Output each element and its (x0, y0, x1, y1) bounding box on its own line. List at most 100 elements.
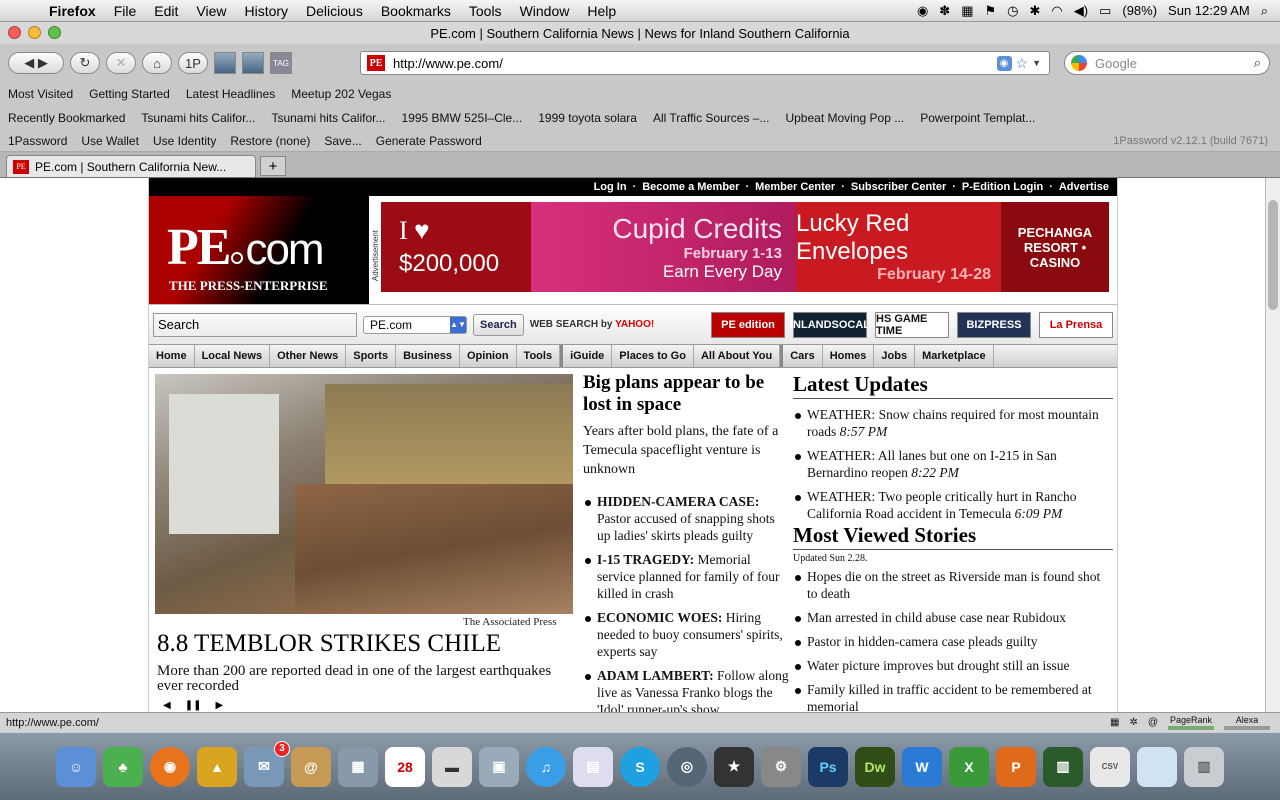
bluetooth-icon[interactable]: ✱ (1029, 3, 1040, 19)
tab-title[interactable]: PE.com | Southern California New... (35, 160, 226, 174)
vlc-icon[interactable]: ▲ (197, 746, 237, 787)
vertical-scrollbar[interactable] (1265, 178, 1280, 712)
itunes-icon[interactable]: ♫ (526, 746, 566, 787)
home-button[interactable]: ⌂ (142, 52, 172, 74)
search-icon[interactable]: ⌕ (1254, 55, 1261, 71)
update-item[interactable]: WEATHER: Two people critically hurt in R… (793, 488, 1113, 522)
trash-icon[interactable]: ▥ (1184, 746, 1224, 787)
nav-business[interactable]: Business (396, 345, 460, 367)
bookmark-recently-bookmarked[interactable]: Recently Bookmarked (8, 111, 125, 125)
new-tab-button[interactable]: + (260, 156, 286, 176)
generate-password-button[interactable]: Generate Password (376, 134, 482, 148)
powerpoint-icon[interactable]: P (996, 746, 1036, 787)
story-kicker[interactable]: I-15 TRAGEDY: (597, 552, 694, 567)
tab-pe-com[interactable]: PE PE.com | Southern California New... (6, 155, 256, 177)
nav-cars[interactable]: Cars (780, 345, 823, 367)
photoshop-icon[interactable]: Ps (808, 746, 848, 787)
lead-headline[interactable]: 8.8 TEMBLOR STRIKES CHILE (157, 630, 501, 658)
bookmark-meetup[interactable]: Meetup 202 Vegas (291, 87, 391, 101)
update-item[interactable]: WEATHER: All lanes but one on I-215 in S… (793, 447, 1113, 481)
back-forward-button[interactable]: ◀ ▶ (8, 52, 64, 74)
minimize-window-button[interactable] (28, 26, 41, 39)
bookmark-manager-icon[interactable] (242, 52, 264, 74)
bookmark-latest-headlines[interactable]: Latest Headlines (186, 87, 275, 101)
site-search-input[interactable]: Search (153, 312, 357, 337)
feature-headline[interactable]: Big plans appear to be lost in space (583, 372, 789, 416)
menu-history[interactable]: History (235, 3, 297, 19)
adium-icon[interactable]: ♣ (103, 746, 143, 787)
site-search-button[interactable]: Search (473, 313, 524, 336)
tag-button[interactable]: TAG (270, 52, 292, 74)
search-scope-select[interactable]: PE.com ▲▼ (363, 315, 467, 334)
story-item[interactable]: ADAM LAMBERT: Follow along live as Vanes… (583, 667, 789, 712)
nav-sports[interactable]: Sports (346, 345, 397, 367)
become-member-link[interactable]: Become a Member (642, 181, 739, 193)
csv-file-icon[interactable]: CSV (1090, 746, 1130, 787)
bookmark-getting-started[interactable]: Getting Started (89, 87, 170, 101)
firefox-icon[interactable]: ◉ (150, 746, 190, 787)
site-logo[interactable]: PE com (167, 218, 325, 277)
ical-icon[interactable]: 28 (385, 746, 425, 787)
subscriber-center-link[interactable]: Subscriber Center (851, 181, 946, 193)
lead-photo[interactable] (155, 374, 573, 614)
bookmark-item[interactable]: 1995 BMW 525I–Cle... (401, 111, 522, 125)
inlandsocal-logo[interactable]: INLANDSOCAL (790, 311, 870, 338)
nav-home[interactable]: Home (149, 345, 195, 367)
menulet-icon[interactable]: ◉ (917, 3, 928, 19)
clock[interactable]: Sun 12:29 AM (1168, 3, 1250, 18)
spaces-icon[interactable]: ▦ (961, 3, 973, 19)
story-item[interactable]: HIDDEN-CAMERA CASE: Pastor accused of sn… (583, 493, 789, 544)
onepassword-menu[interactable]: 1Password (8, 134, 67, 148)
close-window-button[interactable] (8, 26, 21, 39)
menu-tools[interactable]: Tools (460, 3, 511, 19)
pause-icon[interactable]: ❚❚ (185, 700, 202, 711)
ad-panel-love[interactable]: I ♥ $200,000 (381, 202, 531, 292)
excel-icon[interactable]: X (949, 746, 989, 787)
text-edit-icon[interactable]: ▬ (432, 746, 472, 787)
toolbar-extension-icon[interactable] (214, 52, 236, 74)
menu-app-firefox[interactable]: Firefox (40, 3, 105, 19)
p-edition-login-link[interactable]: P-Edition Login (962, 181, 1043, 193)
bookmark-item[interactable]: All Traffic Sources –... (653, 111, 770, 125)
story-item[interactable]: I-15 TRAGEDY: Memorial service planned f… (583, 551, 789, 602)
imovie-icon[interactable]: ★ (714, 746, 754, 787)
volume-icon[interactable]: ◀) (1074, 3, 1088, 19)
banner-ad[interactable]: I ♥ $200,000 Cupid Credits February 1-13… (381, 202, 1109, 292)
safari-icon[interactable]: ◎ (667, 746, 707, 787)
menu-bookmarks[interactable]: Bookmarks (372, 3, 460, 19)
most-viewed-item[interactable]: Man arrested in child abuse case near Ru… (793, 609, 1113, 626)
zoom-window-button[interactable] (48, 26, 61, 39)
update-item[interactable]: WEATHER: Snow chains required for most m… (793, 406, 1113, 440)
nav-jobs[interactable]: Jobs (874, 345, 916, 367)
address-book-icon[interactable]: @ (291, 746, 331, 787)
menu-window[interactable]: Window (511, 3, 579, 19)
bookmark-item[interactable]: Powerpoint Templat... (920, 111, 1035, 125)
bookmark-item[interactable]: Upbeat Moving Pop ... (785, 111, 904, 125)
status-extension-icon[interactable]: ▦ (1110, 717, 1119, 728)
most-viewed-item[interactable]: Pastor in hidden-camera case pleads guil… (793, 633, 1113, 650)
story-kicker[interactable]: ADAM LAMBERT: (597, 668, 714, 683)
prev-icon[interactable]: ◀ (163, 700, 171, 711)
menu-delicious[interactable]: Delicious (297, 3, 372, 19)
bookmark-item[interactable]: Tsunami hits Califor... (141, 111, 255, 125)
google-icon[interactable] (1071, 55, 1087, 71)
nav-marketplace[interactable]: Marketplace (915, 345, 994, 367)
battery-icon[interactable]: ▭ (1099, 3, 1111, 19)
nav-local-news[interactable]: Local News (195, 345, 271, 367)
alexa-widget[interactable]: Alexa (1224, 715, 1270, 730)
ad-panel-lucky[interactable]: Lucky Red Envelopes February 14-28 (796, 202, 1001, 292)
member-center-link[interactable]: Member Center (755, 181, 835, 193)
nav-places-to-go[interactable]: Places to Go (612, 345, 694, 367)
la-prensa-logo[interactable]: La Prensa (1039, 311, 1113, 338)
menu-help[interactable]: Help (578, 3, 625, 19)
nav-opinion[interactable]: Opinion (460, 345, 517, 367)
bookmark-item[interactable]: 1999 toyota solara (538, 111, 637, 125)
advertise-link[interactable]: Advertise (1059, 181, 1109, 193)
pagerank-widget[interactable]: PageRank (1168, 715, 1214, 730)
wifi-icon[interactable]: ◠ (1051, 3, 1062, 19)
story-kicker[interactable]: ECONOMIC WOES: (597, 610, 722, 625)
nav-all-about-you[interactable]: All About You (694, 345, 781, 367)
nav-iguide[interactable]: iGuide (560, 345, 613, 367)
login-link[interactable]: Log In (594, 181, 627, 193)
nav-other-news[interactable]: Other News (270, 345, 347, 367)
